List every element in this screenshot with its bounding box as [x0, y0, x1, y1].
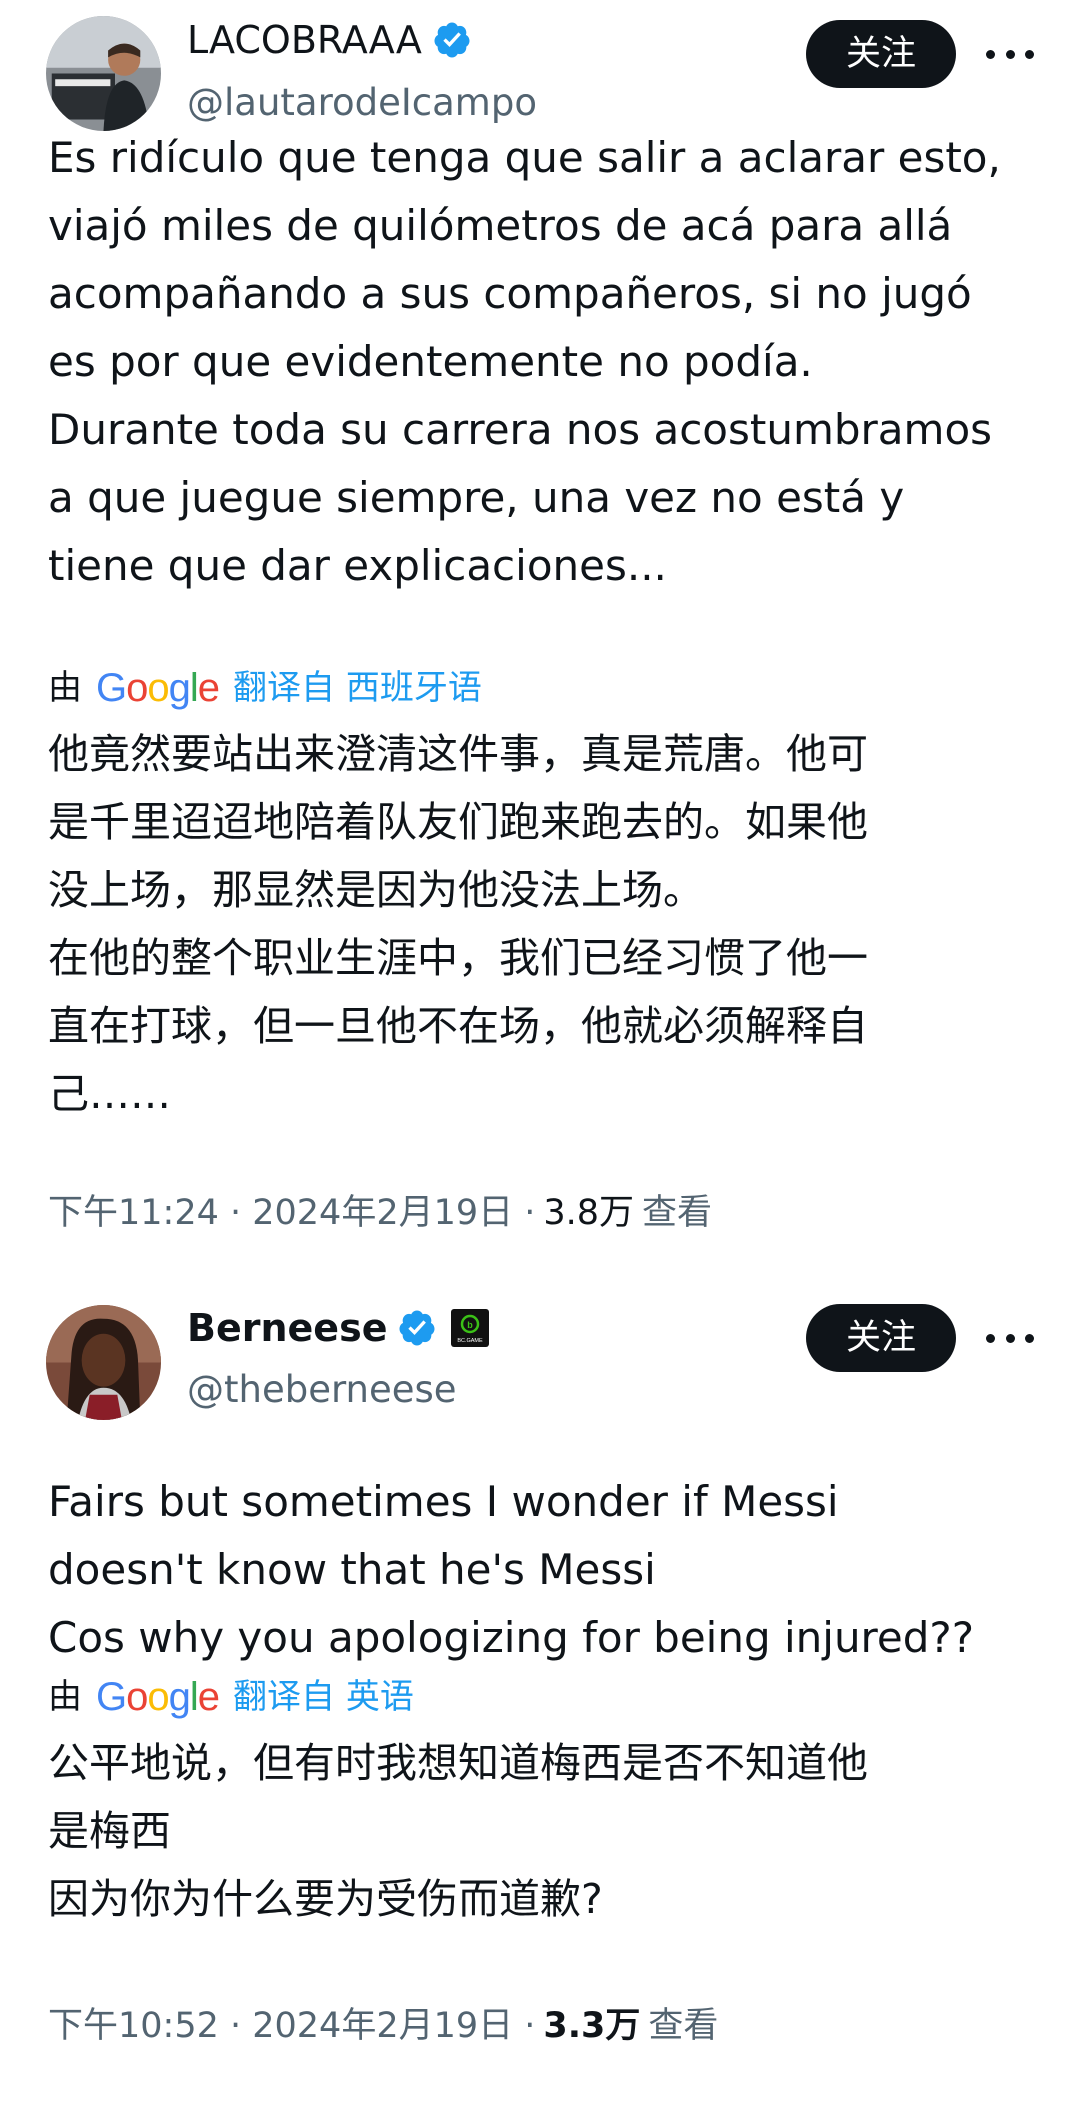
views-count: 3.3万	[543, 2006, 641, 2046]
translated-from-link[interactable]: 翻译自 英语	[233, 1675, 414, 1719]
translate-by-label: 由	[48, 668, 82, 708]
more-options-icon[interactable]	[980, 34, 1040, 74]
views-label: 查看	[648, 2006, 719, 2046]
translation-attribution: 由 Google 翻译自 西班牙语	[48, 666, 482, 710]
verified-badge-icon	[397, 1308, 437, 1348]
user-handle[interactable]: @lautarodeIcampo	[187, 80, 537, 126]
tweet-text: Es ridículo que tenga que salir a aclara…	[48, 133, 1001, 590]
translated-text: 他竟然要站出来澄清这件事，真是荒唐。他可 是千里迢迢地陪着队友们跑来跑去的。如果…	[48, 730, 868, 1118]
translate-by-label: 由	[48, 1677, 82, 1717]
tweet-card[interactable]: Berneese b BC.GAME @theberneese 关注 Fairs…	[0, 1255, 1080, 2110]
user-handle[interactable]: @theberneese	[187, 1367, 457, 1413]
bc-game-affiliate-icon[interactable]: b BC.GAME	[451, 1309, 490, 1347]
tweet-text: Fairs but sometimes I wonder if Messi do…	[48, 1477, 974, 1662]
verified-badge-icon	[432, 20, 472, 60]
more-options-icon[interactable]	[980, 1318, 1040, 1358]
avatar[interactable]	[46, 16, 161, 131]
avatar-image	[46, 1305, 161, 1420]
svg-text:BC.GAME: BC.GAME	[458, 1338, 484, 1344]
google-logo-icon: Google	[96, 666, 220, 710]
views-count: 3.8万	[543, 1193, 635, 1233]
translated-text: 公平地说，但有时我想知道梅西是否不知道他 是梅西 因为你为什么要为受伤而道歉?	[48, 1739, 868, 1923]
avatar-image	[46, 16, 161, 131]
display-name[interactable]: LACOBRAAA	[187, 16, 422, 64]
author-name-row: Berneese b BC.GAME	[187, 1304, 490, 1352]
follow-button[interactable]: 关注	[806, 1304, 956, 1372]
timestamp-link[interactable]: 下午11:24 · 2024年2月19日 ·	[48, 1190, 535, 1236]
avatar[interactable]	[46, 1305, 161, 1420]
display-name[interactable]: Berneese	[187, 1304, 387, 1352]
author-name-row: LACOBRAAA	[187, 16, 472, 64]
google-logo-icon: Google	[96, 1675, 220, 1719]
tweet-meta: 下午11:24 · 2024年2月19日 · 3.8万 查看	[48, 1190, 712, 1236]
translation-attribution: 由 Google 翻译自 英语	[48, 1675, 414, 1719]
translated-from-link[interactable]: 翻译自 西班牙语	[233, 666, 482, 710]
timestamp-link[interactable]: 下午10:52 · 2024年2月19日 ·	[48, 2003, 535, 2049]
follow-button[interactable]: 关注	[806, 20, 956, 88]
svg-text:b: b	[468, 1320, 474, 1330]
tweet-card[interactable]: LACOBRAAA @lautarodeIcampo 关注 Es ridícul…	[0, 0, 1080, 1255]
tweet-meta: 下午10:52 · 2024年2月19日 · 3.3万 查看	[48, 2003, 718, 2049]
views-label: 查看	[642, 1193, 713, 1233]
